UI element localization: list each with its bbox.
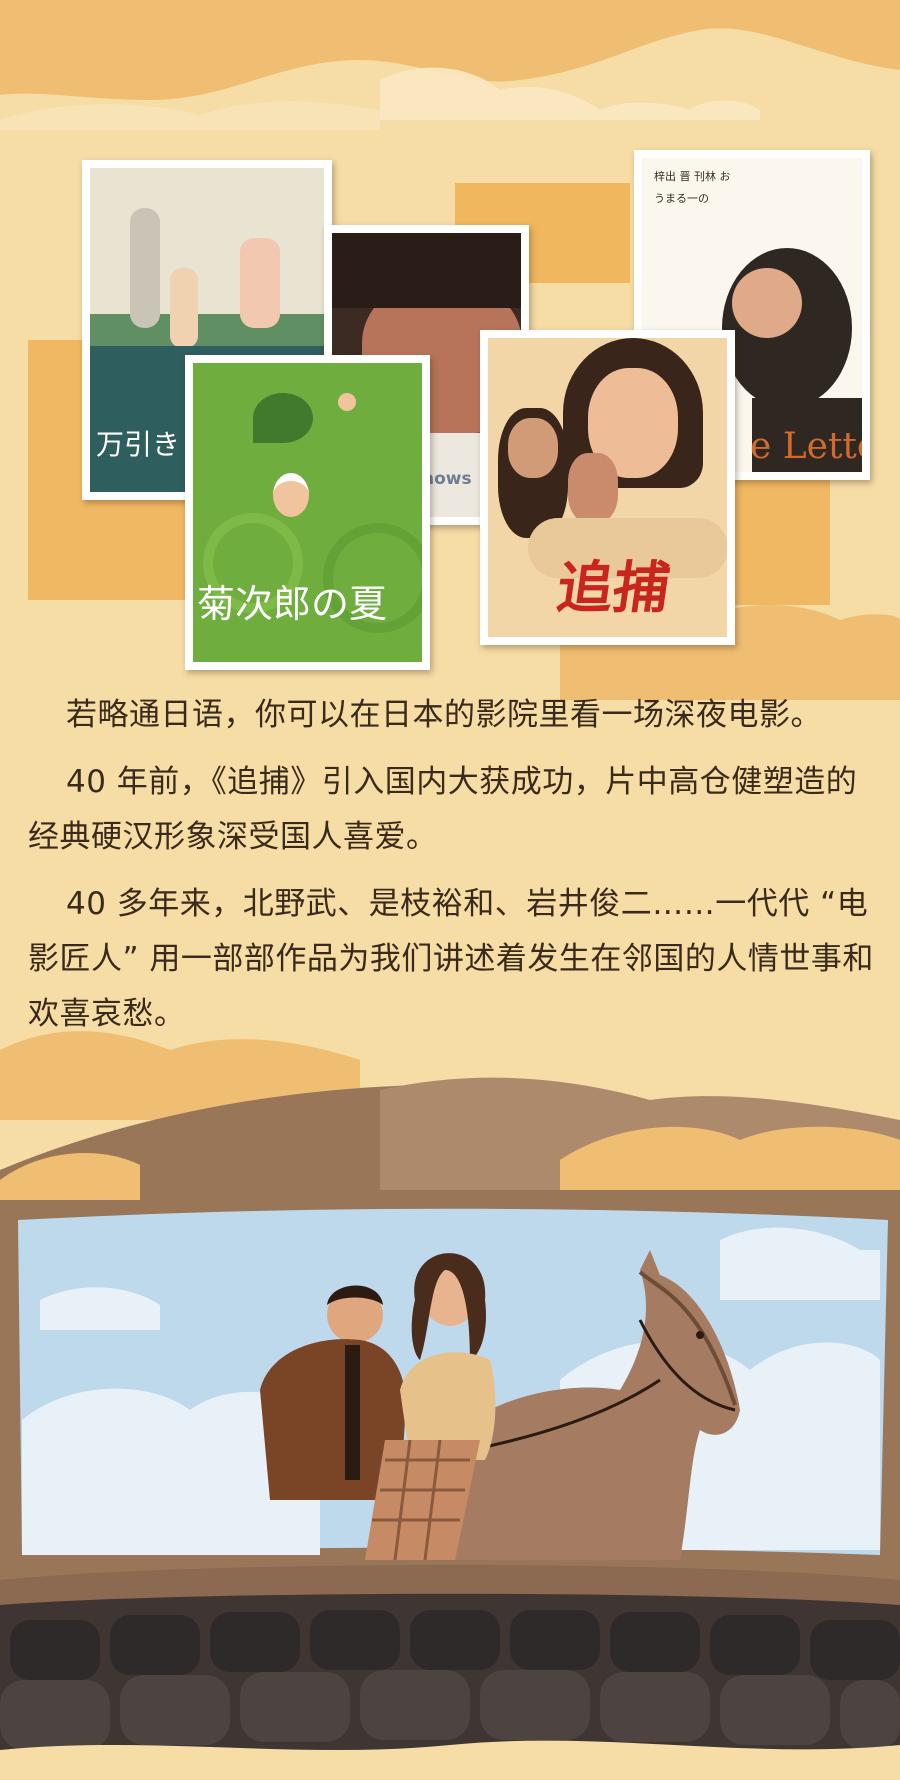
theater-seats-illustration [0,1593,900,1780]
